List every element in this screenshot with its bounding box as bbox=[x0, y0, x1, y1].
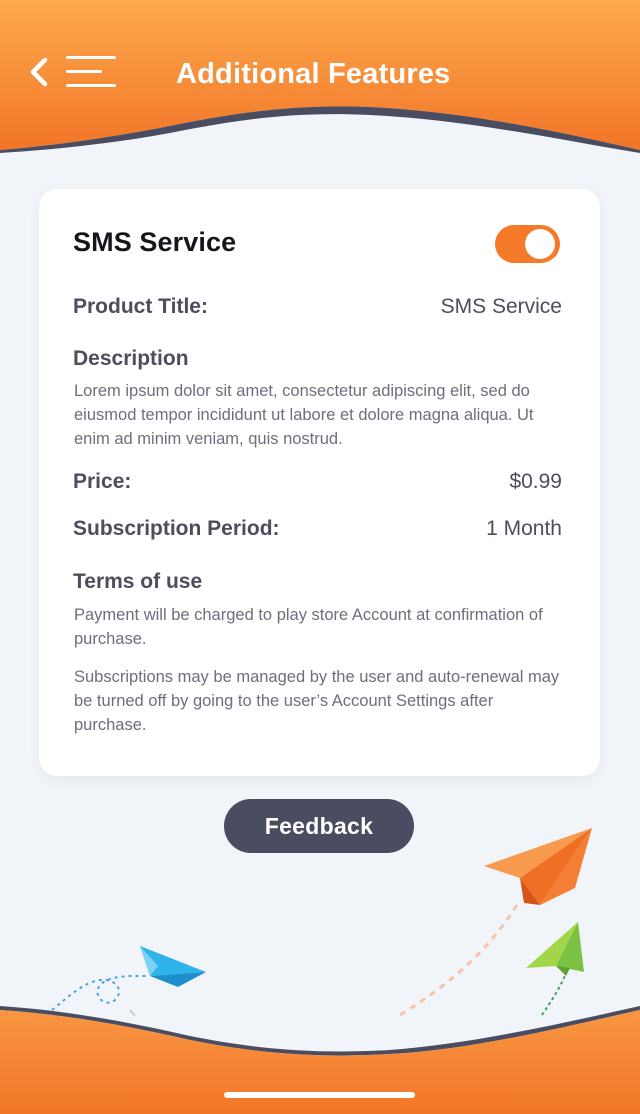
home-indicator[interactable] bbox=[224, 1092, 415, 1098]
green-paper-plane-icon bbox=[526, 922, 584, 976]
description-text: Lorem ipsum dolor sit amet, consectetur … bbox=[74, 382, 534, 448]
page-title: Additional Features bbox=[176, 58, 451, 90]
subscription-period-row: Subscription Period: 1 Month bbox=[73, 517, 562, 541]
description-heading: Description bbox=[73, 347, 189, 370]
menu-button[interactable] bbox=[66, 54, 118, 90]
terms-heading: Terms of use bbox=[73, 570, 203, 593]
product-title-label: Product Title: bbox=[73, 295, 208, 318]
subscription-period-value: 1 Month bbox=[486, 517, 562, 540]
toggle-knob bbox=[525, 229, 555, 259]
blue-paper-plane-icon bbox=[140, 946, 206, 987]
chevron-left-icon bbox=[30, 57, 48, 87]
terms-text-2: Subscriptions may be managed by the user… bbox=[74, 668, 560, 734]
orange-paper-plane-icon bbox=[484, 828, 592, 905]
paper-planes-illustration bbox=[51, 828, 592, 1017]
feature-card: SMS Service Product Title: SMS Service D… bbox=[39, 189, 600, 776]
card-title: SMS Service bbox=[73, 227, 237, 257]
subscription-period-label: Subscription Period: bbox=[73, 517, 280, 540]
header: Additional Features bbox=[0, 0, 640, 155]
product-title-row: Product Title: SMS Service bbox=[73, 295, 562, 319]
terms-text-1: Payment will be charged to play store Ac… bbox=[74, 606, 543, 648]
price-label: Price: bbox=[73, 470, 132, 493]
hamburger-menu-icon bbox=[66, 56, 116, 87]
price-value: $0.99 bbox=[509, 470, 562, 493]
orange-plane-trail bbox=[399, 899, 522, 1017]
price-row: Price: $0.99 bbox=[73, 470, 562, 494]
back-button[interactable] bbox=[24, 54, 54, 90]
product-title-value: SMS Service bbox=[440, 295, 562, 318]
sms-service-toggle[interactable] bbox=[495, 225, 560, 263]
